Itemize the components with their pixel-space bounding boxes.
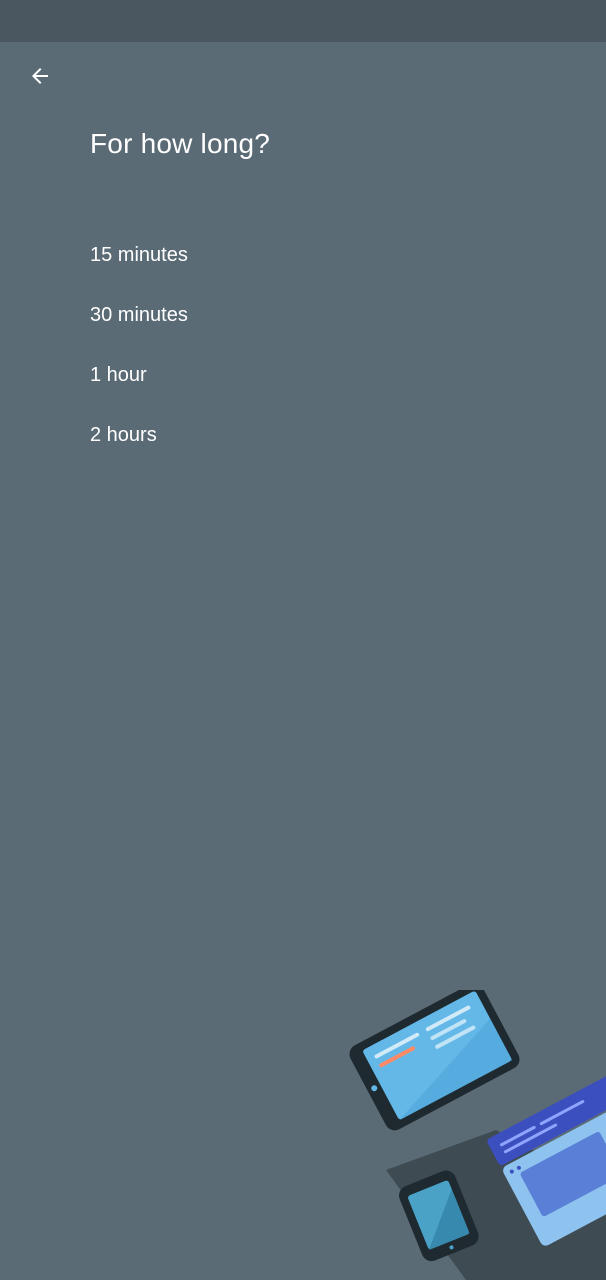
devices-illustration <box>349 990 606 1280</box>
arrow-left-icon <box>32 68 48 84</box>
status-bar <box>0 0 606 42</box>
back-button[interactable] <box>20 56 60 96</box>
duration-options-list: 15 minutes 30 minutes 1 hour 2 hours <box>0 225 606 465</box>
page-title: For how long? <box>90 128 271 159</box>
option-15-minutes[interactable]: 15 minutes <box>0 225 606 285</box>
tablet-icon <box>349 990 520 1131</box>
option-2-hours[interactable]: 2 hours <box>0 405 606 465</box>
option-1-hour[interactable]: 1 hour <box>0 345 606 405</box>
option-30-minutes[interactable]: 30 minutes <box>0 285 606 345</box>
